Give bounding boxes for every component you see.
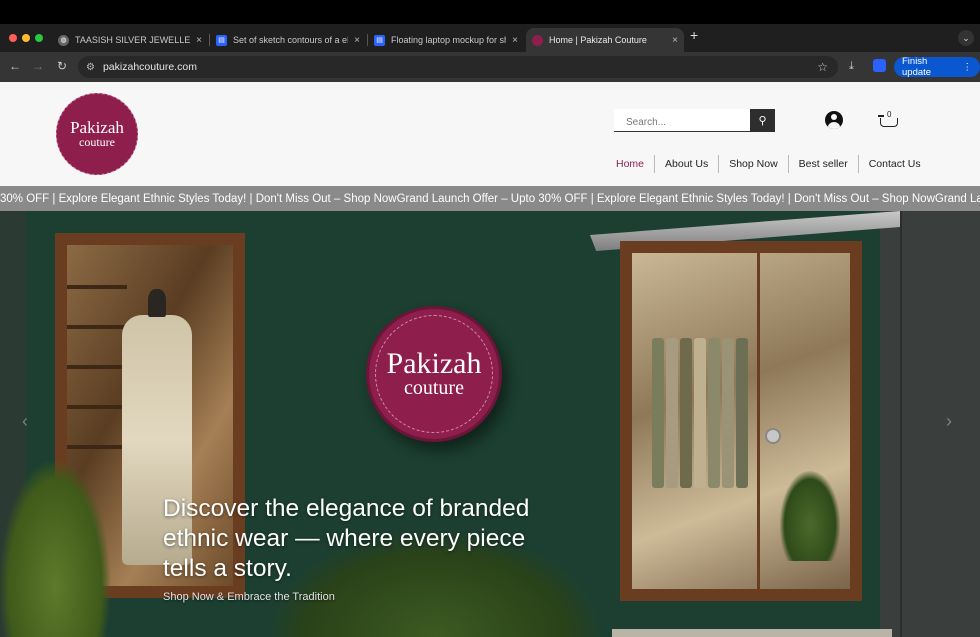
tab-laptop-mockup[interactable]: ▤ Floating laptop mockup for sh × [368, 28, 524, 52]
hanging-garment [722, 338, 734, 488]
finish-update-label: Finish update [902, 56, 932, 78]
main-nav: Home About Us Shop Now Best seller Conta… [606, 155, 931, 173]
cart-button[interactable]: 0 [878, 109, 900, 131]
shelf [67, 405, 127, 409]
document-icon: ▤ [216, 34, 227, 46]
new-tab-button[interactable]: + [690, 27, 698, 43]
web-page: Pakizah couture Search... ⚲ 0 Home About… [0, 82, 980, 637]
cart-count: 0 [887, 110, 892, 119]
ticker-text: 30% OFF | Explore Elegant Ethnic Styles … [0, 192, 980, 205]
tab-pakizah-home[interactable]: Home | Pakizah Couture × [526, 28, 684, 52]
address-bar[interactable]: ⚙ pakizahcouture.com ☆ [78, 56, 838, 78]
plant-left [0, 461, 110, 637]
close-tab-icon[interactable]: × [196, 35, 202, 46]
storefront-step [612, 629, 892, 637]
tab-sketch-contours[interactable]: ▤ Set of sketch contours of a el × [210, 28, 366, 52]
tab-taaish[interactable]: ◍ TAASISH SILVER JEWELLERY – × [52, 28, 208, 52]
tab-strip: ◍ TAASISH SILVER JEWELLERY – × ▤ Set of … [0, 24, 980, 52]
carousel-prev-arrow-icon[interactable]: ‹ [22, 411, 28, 432]
document-icon: ▤ [374, 34, 385, 46]
sign-line1: Pakizah [386, 347, 482, 380]
search-input[interactable]: Search... [614, 109, 750, 132]
finish-update-button[interactable]: Finish update ⋮ [894, 56, 980, 78]
shelf [67, 285, 127, 289]
promo-ticker: 30% OFF | Explore Elegant Ethnic Styles … [0, 186, 980, 211]
nav-about-us[interactable]: About Us [655, 155, 720, 173]
site-header: Pakizah couture Search... ⚲ 0 Home About… [0, 82, 980, 186]
sign-line2: couture [404, 377, 464, 399]
window-close-button[interactable] [9, 34, 17, 42]
back-arrow-icon[interactable]: ← [7, 59, 23, 73]
shelf [67, 365, 127, 369]
door-handle [765, 428, 781, 444]
more-menu-icon[interactable]: ⋮ [963, 62, 973, 73]
cart-icon-handle [878, 115, 884, 117]
nav-contact-us[interactable]: Contact Us [859, 155, 931, 173]
door-split [757, 253, 760, 589]
site-info-icon[interactable]: ⚙ [86, 62, 95, 73]
window-zoom-button[interactable] [35, 34, 43, 42]
window-minimize-button[interactable] [22, 34, 30, 42]
plant-right [780, 471, 840, 561]
logo-line2: couture [79, 135, 115, 149]
cart-icon [880, 118, 898, 127]
os-top-bar [0, 0, 980, 24]
storefront-right-pillar [880, 211, 980, 637]
nav-best-seller[interactable]: Best seller [789, 155, 859, 173]
carousel-next-arrow-icon[interactable]: › [946, 411, 952, 432]
hanging-garment [736, 338, 748, 488]
shelf [67, 445, 127, 449]
search-button[interactable]: ⚲ [750, 109, 775, 132]
hanging-garment [708, 338, 720, 488]
browser-toolbar: ← → ↻ ⚙ pakizahcouture.com ☆ ⤓ Finish up… [0, 52, 980, 82]
shelf [67, 325, 127, 329]
hero-banner: Pakizah couture ‹ › Discover the eleganc… [0, 211, 980, 637]
close-tab-icon[interactable]: × [512, 35, 518, 46]
bookmark-star-icon[interactable]: ☆ [817, 60, 828, 74]
pakizah-favicon-icon [532, 34, 543, 46]
hanging-garment [680, 338, 692, 488]
nav-home[interactable]: Home [606, 155, 656, 173]
download-icon[interactable]: ⤓ [849, 60, 854, 73]
hanging-garment [666, 338, 678, 488]
search-icon: ⚲ [758, 115, 767, 127]
account-icon[interactable] [825, 111, 843, 129]
site-logo[interactable]: Pakizah couture [56, 93, 138, 175]
close-tab-icon[interactable]: × [672, 35, 678, 46]
hero-headline: Discover the elegance of branded ethnic … [163, 495, 530, 582]
tab-search-chevron-icon[interactable]: ⌄ [958, 30, 974, 46]
extension-icon[interactable] [873, 59, 886, 72]
reload-icon[interactable]: ↻ [54, 59, 70, 73]
nav-shop-now[interactable]: Shop Now [719, 155, 789, 173]
forward-arrow-icon[interactable]: → [30, 59, 46, 73]
site-search: Search... ⚲ [614, 109, 775, 132]
hanging-garment [694, 338, 706, 488]
hero-subline[interactable]: Shop Now & Embrace the Tradition [163, 591, 335, 603]
hanging-garment [652, 338, 664, 488]
logo-line1: Pakizah [70, 118, 124, 137]
storefront-sign-logo: Pakizah couture [366, 306, 502, 442]
close-tab-icon[interactable]: × [354, 35, 360, 46]
url-text[interactable]: pakizahcouture.com [103, 61, 197, 73]
globe-icon: ◍ [58, 34, 69, 46]
